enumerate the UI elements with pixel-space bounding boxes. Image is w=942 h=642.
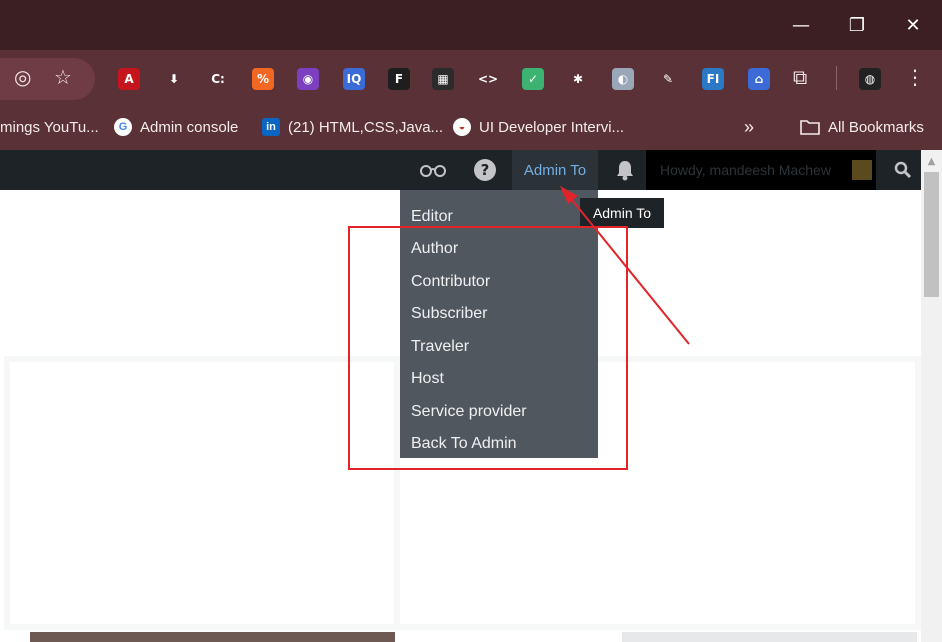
kebab-menu-icon[interactable]: ⋮ — [905, 65, 925, 89]
search-icon[interactable] — [890, 150, 916, 190]
bookmark-ui-developer[interactable]: ◒ UI Developer Intervi... — [453, 116, 624, 138]
bookmark-youtube[interactable]: mings YouTu... — [0, 116, 99, 138]
linkedin-icon: in — [262, 118, 280, 136]
percent-ext-icon[interactable]: % — [252, 68, 274, 90]
minimize-button[interactable]: — — [786, 10, 816, 40]
scroll-up-arrow-icon[interactable]: ▲ — [924, 154, 939, 168]
content-image-strip — [30, 632, 395, 642]
bookmark-linkedin[interactable]: in (21) HTML,CSS,Java... — [262, 116, 443, 138]
close-window-button[interactable]: ✕ — [898, 10, 928, 40]
bookmark-label: UI Developer Intervi... — [479, 118, 625, 136]
submenu-item-editor[interactable]: Editor — [411, 208, 453, 226]
howdy-label: Howdy, mandeesh Machew — [660, 162, 831, 178]
bug-ext-icon[interactable]: ✱ — [567, 68, 589, 90]
iq-ext-icon[interactable]: IQ — [343, 68, 365, 90]
bookmark-label: Admin console — [140, 118, 239, 136]
figma-ext-icon[interactable]: F — [388, 68, 410, 90]
admin-to-tooltip: Admin To — [580, 198, 664, 228]
puzzle-extensions-icon[interactable]: ⧉ — [793, 65, 807, 89]
star-bookmark-icon[interactable]: ☆ — [54, 65, 72, 89]
content-card — [10, 362, 394, 624]
svg-text:?: ? — [481, 161, 490, 179]
help-icon[interactable]: ? — [472, 150, 498, 190]
admin-to-submenu: Editor Author Contributor Subscriber Tra… — [400, 190, 598, 458]
hide-eye-icon[interactable]: ◎ — [14, 65, 31, 89]
download-ext-icon[interactable]: ⬇ — [163, 68, 185, 90]
submenu-item-contributor[interactable]: Contributor — [411, 273, 490, 291]
security-ext-icon[interactable]: ◐ — [612, 68, 634, 90]
bookmarks-bar: mings YouTu... G Admin console in (21) H… — [0, 106, 942, 150]
color-ring-ext-icon[interactable]: ◉ — [297, 68, 319, 90]
content-image-strip — [622, 632, 917, 642]
cc-ext-icon[interactable]: C: — [207, 68, 229, 90]
design-ext-icon[interactable]: ▦ — [432, 68, 454, 90]
bookmark-label: mings YouTu... — [0, 118, 99, 136]
profile-avatar-icon[interactable]: ◍ — [859, 68, 881, 90]
wp-admin-bar: ? Admin To Howdy, mandeesh Machew — [0, 150, 921, 190]
shield-ext-icon[interactable]: ✓ — [522, 68, 544, 90]
view-glasses-icon[interactable] — [416, 150, 450, 190]
site-favicon-icon: ◒ — [453, 118, 471, 136]
submenu-item-traveler[interactable]: Traveler — [411, 338, 469, 356]
notification-bell-icon[interactable] — [612, 150, 638, 190]
submenu-item-author[interactable]: Author — [411, 240, 458, 258]
submenu-item-host[interactable]: Host — [411, 370, 444, 388]
bookmark-label: All Bookmarks — [828, 118, 924, 136]
howdy-user-menu[interactable]: Howdy, mandeesh Machew — [646, 150, 876, 190]
submenu-item-service-provider[interactable]: Service provider — [411, 403, 527, 421]
bookmarks-overflow-button[interactable]: » — [744, 116, 754, 138]
folder-icon — [800, 120, 820, 135]
user-avatar[interactable] — [852, 160, 872, 180]
home-ext-icon[interactable]: ⌂ — [748, 68, 770, 90]
submenu-item-subscriber[interactable]: Subscriber — [411, 305, 487, 323]
bookmark-admin-console[interactable]: G Admin console — [114, 116, 238, 138]
bookmark-label: (21) HTML,CSS,Java... — [288, 118, 444, 136]
acrobat-ext-icon[interactable]: A — [118, 68, 140, 90]
scrollbar-thumb[interactable] — [924, 172, 939, 297]
toolbar-divider — [836, 66, 837, 90]
maximize-button[interactable]: ❐ — [842, 10, 872, 40]
all-bookmarks-button[interactable]: All Bookmarks — [800, 116, 924, 138]
google-icon: G — [114, 118, 132, 136]
code-ext-icon[interactable]: <> — [477, 68, 499, 90]
feather-ext-icon[interactable]: ✎ — [657, 68, 679, 90]
fi-ext-icon[interactable]: FI — [702, 68, 724, 90]
submenu-item-back-to-admin[interactable]: Back To Admin — [411, 435, 517, 453]
admin-to-menu[interactable]: Admin To — [512, 150, 598, 190]
browser-title-bar: — ❐ ✕ — [0, 0, 942, 50]
